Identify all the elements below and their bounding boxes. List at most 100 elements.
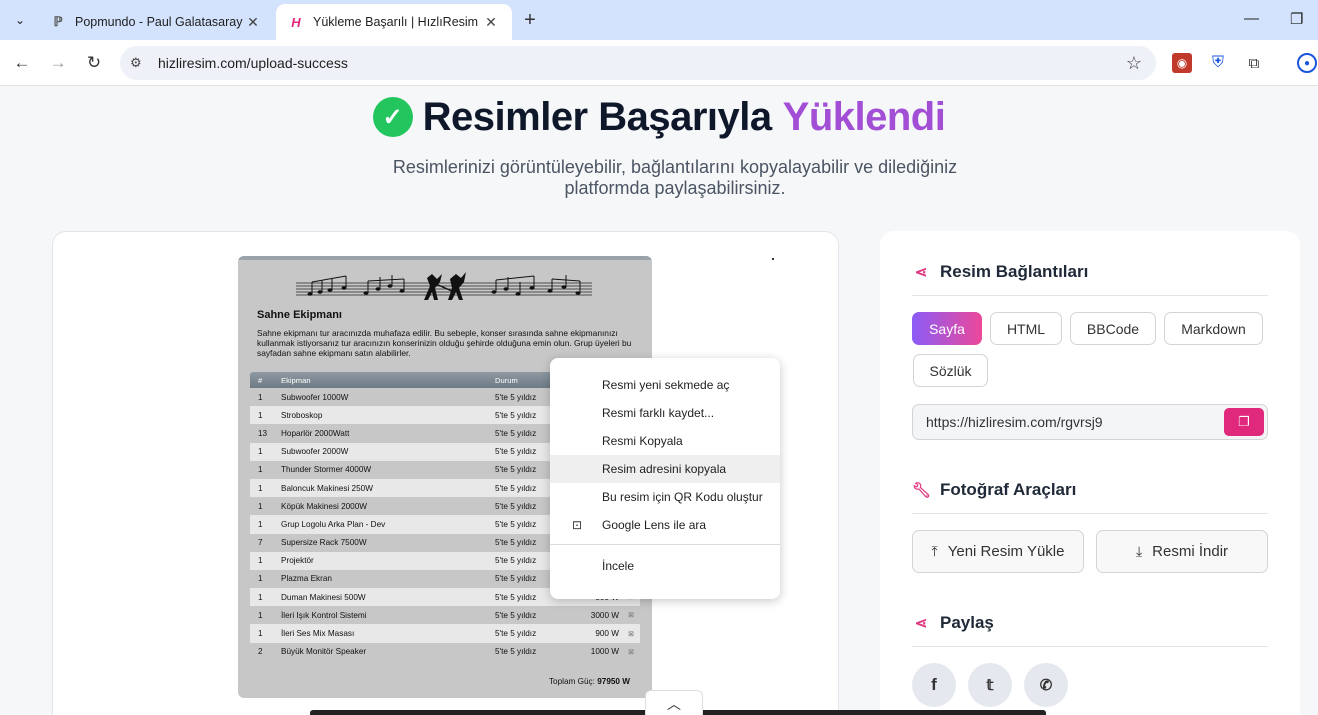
table-cell[interactable]: ⊠ [622,630,640,638]
new-tab-button[interactable]: + [518,8,542,32]
total-label: Toplam Güç: [548,677,595,686]
browser-toolbar: ← → ↻ ⚙ hizliresim.com/upload-success ☆ … [0,40,1318,86]
google-lens-icon: ⊡ [572,518,583,532]
equipment-heading: Sahne Ekipmanı [257,309,342,321]
table-cell: 7 [258,538,263,548]
format-tab-sozluk[interactable]: Sözlük [913,354,988,387]
format-label: HTML [1006,320,1046,337]
table-cell: 900 W [595,629,619,639]
table-cell: Grup Logolu Arka Plan - Dev [281,519,386,529]
menu-copy-image-address[interactable]: Resim adresini kopyala [550,455,780,483]
format-label: Markdown [1181,320,1246,337]
table-cell: 1 [258,447,263,457]
table-cell: Projektör [281,556,314,566]
table-cell: 1 [258,519,263,529]
table-cell: Subwoofer 2000W [281,447,349,457]
title-main: Resimler Başarıyla [422,94,773,139]
extensions-puzzle-icon[interactable]: ⧉ [1244,53,1264,73]
section-title-text: Fotoğraf Araçları [940,480,1077,499]
table-cell: 1 [258,465,263,475]
restore-icon[interactable]: ❐ [1290,10,1303,28]
table-cell: 5'te 5 yıldız [495,647,537,657]
section-title-text: Resim Bağlantıları [940,262,1089,281]
table-cell: 1 [258,629,263,639]
forward-icon[interactable]: → [46,51,70,75]
close-icon[interactable]: ✕ [244,14,262,31]
table-cell: Supersize Rack 7500W [281,538,367,548]
table-cell: Plazma Ekran [281,574,332,584]
format-tab-bbcode[interactable]: BBCode [1070,312,1156,345]
menu-google-lens[interactable]: ⊡ Google Lens ile ara [550,511,780,539]
copy-icon[interactable]: ❐ [1224,408,1264,436]
page-subtitle: Resimlerinizi görüntüleyebilir, bağlantı… [392,157,958,198]
reload-icon[interactable]: ↻ [82,51,106,75]
site-settings-icon[interactable]: ⚙ [130,55,150,71]
tab-popmundo[interactable]: ℙ Popmundo - Paul Galatasaray ✕ [38,4,274,40]
share-nodes-icon: ⋖ [914,264,928,281]
table-row: 1 İleri Ses Mix Masası 5'te 5 yıldız 900 W ⊠ [250,624,640,643]
back-icon[interactable]: ← [10,51,34,75]
menu-inspect[interactable]: İncele [550,552,780,580]
upload-new-image-button[interactable]: ⤒ Yeni Resim Yükle [912,530,1084,573]
menu-label: Resmi Kopyala [602,434,683,448]
table-cell: Thunder Stormer 4000W [281,465,372,475]
decorative-dot [772,258,774,260]
tab-search-button[interactable]: ⌄ [6,6,34,34]
tab-hizliresim[interactable]: H Yükleme Başarılı | HızlıResim ✕ [276,4,512,40]
address-bar[interactable]: ⚙ hizliresim.com/upload-success ☆ [120,46,1156,80]
menu-save-image-as[interactable]: Resmi farklı kaydet... [550,399,780,427]
share-nodes-icon: ⋖ [914,615,928,632]
link-value[interactable]: https://hizliresim.com/rgvrsj9 [926,414,1103,430]
format-label: Sözlük [929,362,972,379]
facebook-icon[interactable]: f [912,663,956,707]
menu-label: Resmi farklı kaydet... [602,406,715,420]
table-row: 1 İleri Işık Kontrol Sistemi 5'te 5 yıldız… [250,606,640,624]
total-power: Toplam Güç: 97950 W [549,677,630,686]
tab-title: Popmundo - Paul Galatasaray [75,15,243,29]
table-cell: 1 [258,574,263,584]
chevron-up-icon[interactable]: ︿ [645,690,703,715]
table-cell: 2 [258,647,263,657]
format-tab-page[interactable]: Sayfa [912,312,982,345]
menu-label: Bu resim için QR Kodu oluştur [602,490,763,504]
download-image-button[interactable]: ⤓ Resmi İndir [1096,530,1268,573]
table-cell[interactable]: ⊠ [622,611,640,619]
table-cell: 1 [258,392,263,402]
menu-open-image-new-tab[interactable]: Resmi yeni sekmede aç [550,371,780,399]
equipment-description: Sahne ekipmanı tur aracınızda muhafaza e… [257,328,632,358]
table-cell: Baloncuk Makinesi 250W [281,483,373,493]
profile-icon[interactable]: ● [1297,53,1317,73]
tools-section-title: 🔧︎ Fotoğraf Araçları [912,480,1076,500]
hizliresim-icon: H [291,14,301,30]
menu-copy-image[interactable]: Resmi Kopyala [550,427,780,455]
page-title: ✓ Resimler Başarıyla Yüklendi [0,92,1318,142]
table-cell: 5'te 5 yıldız [495,610,537,620]
bookmark-star-icon[interactable]: ☆ [1126,53,1142,74]
format-tab-markdown[interactable]: Markdown [1164,312,1263,345]
shield-icon[interactable]: ⛨ [1208,53,1228,73]
url-text[interactable]: hizliresim.com/upload-success [158,55,348,71]
twitter-icon[interactable]: 𝕥 [968,663,1012,707]
title-accent: Yüklendi [782,94,946,139]
menu-create-qr-code[interactable]: Bu resim için QR Kodu oluştur [550,483,780,511]
table-row: 2 Büyük Monitör Speaker 5'te 5 yıldız 1000 … [250,643,640,661]
table-cell: 1 [258,556,263,566]
image-link-field[interactable]: https://hizliresim.com/rgvrsj9 ❐ [912,404,1268,440]
minimize-icon[interactable]: — [1244,10,1259,27]
section-title-text: Paylaş [940,613,994,632]
upload-icon: ⤒ [931,543,938,559]
close-icon[interactable]: ✕ [482,14,500,31]
total-value: 97950 W [597,677,630,686]
format-tab-html[interactable]: HTML [990,312,1062,345]
menu-separator [550,544,780,545]
divider [912,513,1268,514]
whatsapp-icon[interactable]: ✆ [1024,663,1068,707]
divider [912,646,1268,647]
extension-record-icon[interactable]: ◉ [1172,53,1192,73]
table-cell: 1000 W [590,647,619,657]
table-cell[interactable]: ⊠ [622,648,640,656]
menu-label: İncele [602,559,635,573]
table-cell: Duman Makinesi 500W [281,592,366,602]
col-number: # [258,375,263,385]
table-cell: 1 [258,483,263,493]
